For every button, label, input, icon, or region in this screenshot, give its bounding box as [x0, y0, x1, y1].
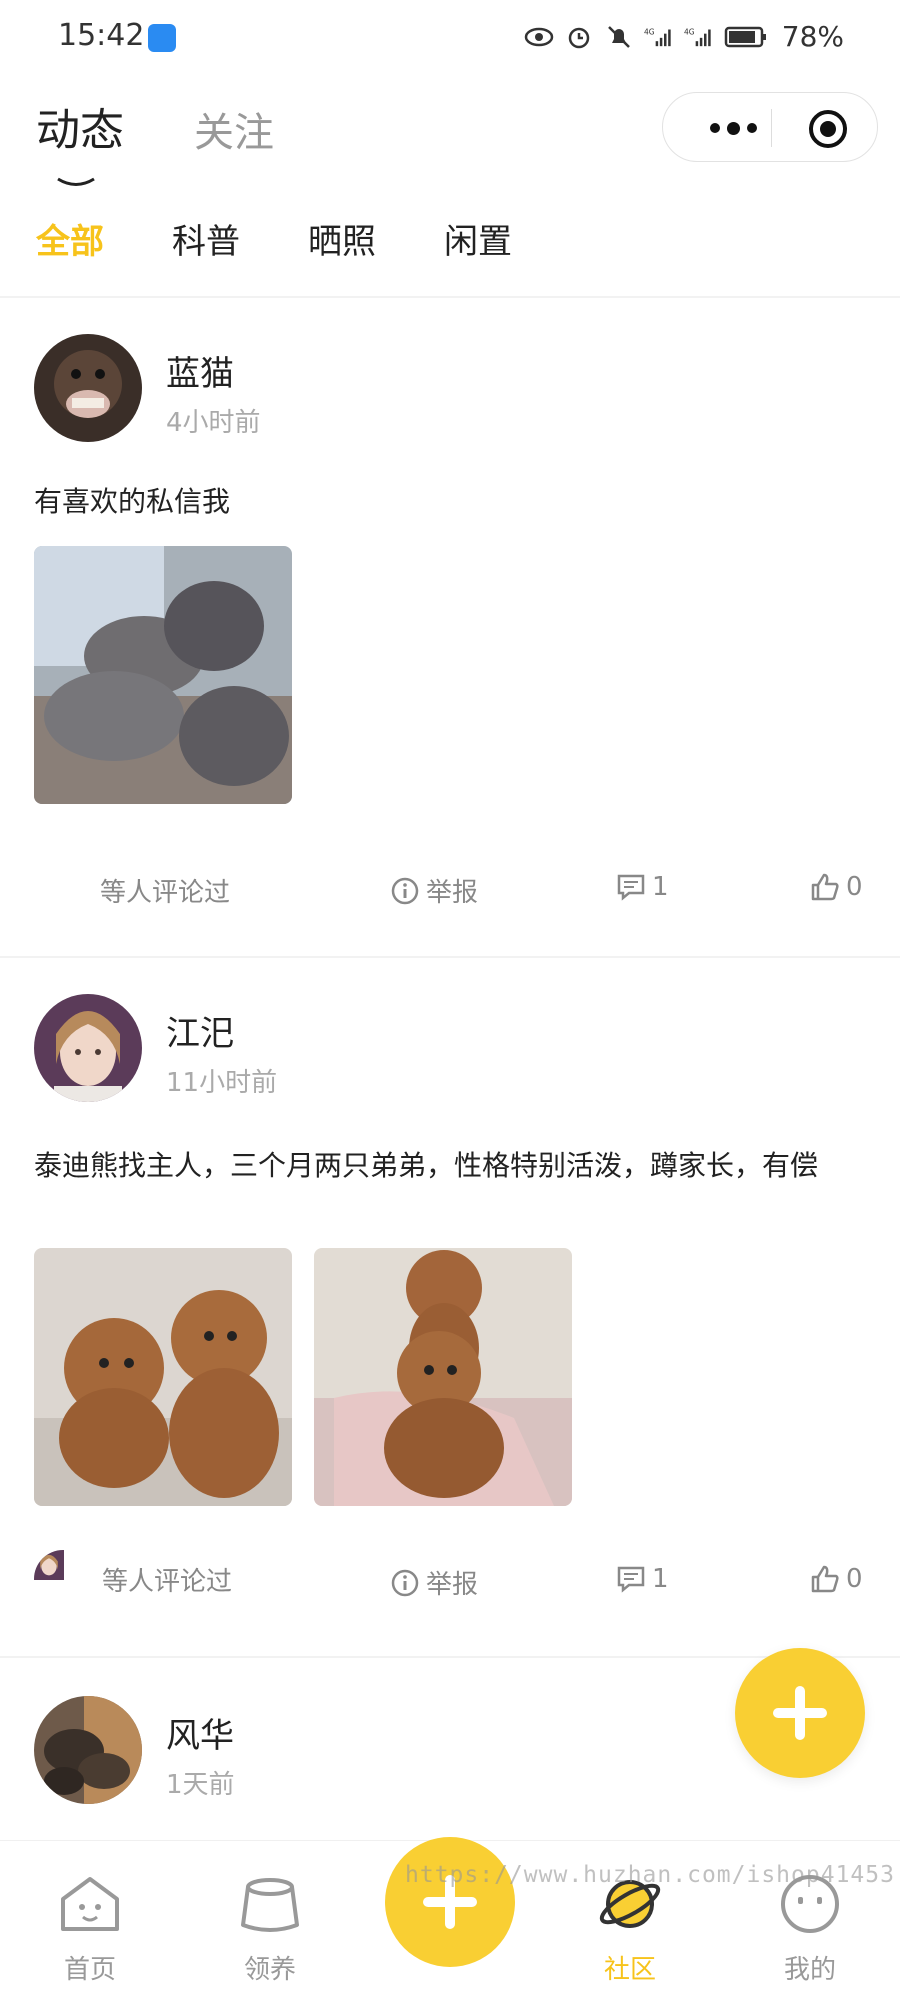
post-photo[interactable]	[314, 1248, 572, 1506]
report-label: 举报	[426, 878, 479, 908]
status-bar: 15:42 4G 4G 78%	[0, 0, 900, 80]
category-tab-all[interactable]: 全部	[36, 214, 104, 263]
post-time: 11小时前	[166, 1068, 278, 1098]
report-button[interactable]: 举报	[390, 872, 478, 909]
category-tab-science[interactable]: 科普	[172, 214, 240, 263]
nav-profile[interactable]: 我的	[760, 1873, 860, 1986]
post-actions: 等人评论过 举报 1 0	[0, 1550, 900, 1614]
capsule-divider	[771, 109, 772, 147]
alarm-icon	[568, 27, 590, 48]
post-text: 泰迪熊找主人，三个月两只弟弟，性格特别活泼，蹲家长，有偿	[34, 1149, 819, 1182]
comment-note: 等人评论过	[100, 872, 230, 909]
post-time: 4小时前	[166, 408, 261, 438]
avatar[interactable]	[34, 1696, 142, 1804]
signal-icon-2: 4G	[684, 27, 711, 46]
category-tab-secondhand[interactable]: 闲置	[444, 214, 512, 263]
like-count: 0	[846, 872, 863, 902]
signal-label-1: 4G	[644, 27, 655, 36]
post-username[interactable]: 蓝猫	[166, 346, 234, 395]
nav-adopt[interactable]: 领养	[220, 1873, 320, 1986]
comment-icon	[617, 874, 645, 901]
post-card: 江汜 11小时前 泰迪熊找主人，三个月两只弟弟，性格特别活泼，蹲家长，有偿 等人…	[0, 956, 900, 1656]
nav-community[interactable]: 社区	[580, 1873, 680, 1986]
tab-follow-label: 关注	[194, 110, 274, 156]
like-button[interactable]: 0	[810, 1564, 863, 1594]
nav-home[interactable]: 首页	[40, 1873, 140, 1986]
comment-note: 等人评论过	[34, 1550, 232, 1608]
header-tabs: 动态 关注	[36, 94, 274, 186]
commenter-avatar[interactable]	[34, 1550, 92, 1608]
post-actions: 等人评论过 举报 1 0	[0, 872, 900, 922]
comment-button[interactable]: 1	[616, 872, 669, 902]
status-icons: 4G 4G 78%	[524, 20, 844, 53]
thumbs-up-icon	[811, 1565, 839, 1593]
post-text: 有喜欢的私信我	[34, 485, 231, 518]
nav-profile-label: 我的	[783, 1955, 836, 1985]
report-label: 举报	[426, 1570, 479, 1600]
active-tab-indicator	[57, 177, 95, 186]
eye-icon	[524, 27, 554, 46]
nav-home-label: 首页	[63, 1955, 116, 1985]
post-username[interactable]: 风华	[166, 1708, 234, 1757]
comment-note-text: 等人评论过	[102, 1566, 233, 1597]
post-photo[interactable]	[34, 546, 292, 804]
app-notification-icon	[148, 24, 176, 52]
watermark: https://www.huzhan.com/ishop41453	[405, 1862, 895, 1888]
tab-dynamics[interactable]: 动态	[36, 94, 124, 186]
avatar[interactable]	[34, 994, 142, 1102]
comment-count: 1	[652, 1564, 669, 1594]
battery-percent: 78%	[781, 20, 844, 53]
category-tab-photos[interactable]: 晒照	[308, 214, 376, 263]
like-button[interactable]: 0	[810, 872, 863, 902]
like-count: 0	[846, 1564, 863, 1594]
nav-community-label: 社区	[603, 1955, 656, 1985]
mute-bell-icon	[607, 25, 630, 48]
bowl-icon	[241, 1878, 299, 1932]
signal-icon-1: 4G	[644, 27, 671, 46]
info-icon	[391, 1569, 419, 1596]
nav-publish-button[interactable]	[385, 1837, 515, 1967]
create-post-button[interactable]	[735, 1648, 865, 1778]
post-time: 1天前	[166, 1770, 235, 1800]
plus-icon	[773, 1686, 827, 1740]
comment-note-text: 等人评论过	[100, 878, 231, 908]
avatar[interactable]	[34, 334, 142, 442]
comment-button[interactable]: 1	[616, 1564, 669, 1594]
signal-label-2: 4G	[684, 27, 695, 36]
tab-follow[interactable]: 关注	[194, 100, 274, 158]
comment-icon	[617, 1566, 645, 1593]
more-menu-button[interactable]	[693, 93, 773, 163]
home-icon	[61, 1877, 119, 1931]
tab-dynamics-label: 动态	[36, 105, 124, 156]
comment-count: 1	[652, 872, 669, 902]
miniprogram-capsule	[662, 92, 878, 162]
post-card: 蓝猫 4小时前 有喜欢的私信我 等人评论过 举报 1 0	[0, 296, 900, 956]
category-tabs: 全部 科普 晒照 闲置	[36, 214, 512, 263]
close-target-icon[interactable]	[809, 110, 847, 148]
battery-icon	[724, 26, 766, 47]
post-photo[interactable]	[34, 1248, 292, 1506]
status-time: 15:42	[58, 18, 145, 53]
thumbs-up-icon	[811, 873, 839, 901]
nav-adopt-label: 领养	[243, 1955, 296, 1985]
info-icon	[391, 877, 419, 904]
post-username[interactable]: 江汜	[166, 1006, 234, 1055]
report-button[interactable]: 举报	[390, 1564, 478, 1601]
